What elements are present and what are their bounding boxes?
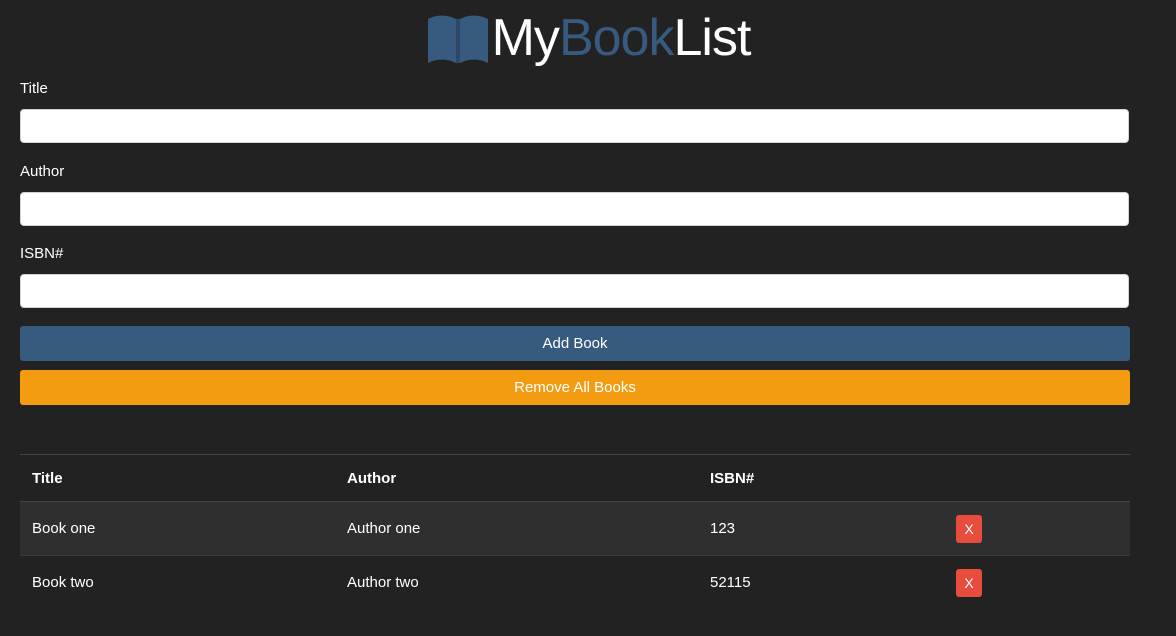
book-isbn-cell: 52115: [710, 574, 751, 592]
book-title-cell: Book two: [32, 574, 94, 592]
column-header-title: Title: [32, 469, 63, 487]
title-label: Title: [20, 80, 48, 97]
isbn-input[interactable]: [20, 274, 1129, 308]
header: MyBookList: [0, 0, 1176, 76]
brand-title-list: List: [673, 9, 751, 67]
brand-logo: MyBookList: [426, 8, 751, 68]
table-row: Book two Author two 52115 X: [20, 556, 1130, 610]
brand-title-book: Book: [558, 9, 675, 67]
table-row: Book one Author one 123 X: [20, 501, 1130, 556]
column-header-isbn: ISBN#: [710, 469, 755, 487]
delete-book-button[interactable]: X: [956, 568, 982, 597]
table-header-row: Title Author ISBN#: [20, 454, 1130, 502]
column-header-actions: [944, 455, 1130, 502]
column-header-author: Author: [347, 469, 397, 487]
actions-cell: X: [944, 556, 1130, 610]
book-author-cell: Author one: [347, 520, 421, 537]
book-title-cell: Book one: [32, 520, 96, 537]
book-isbn-cell: 123: [710, 520, 736, 537]
book-list-table: Title Author ISBN# Book one Author one 1…: [20, 454, 1130, 610]
isbn-label: ISBN#: [20, 245, 64, 262]
delete-book-button[interactable]: X: [956, 514, 982, 543]
author-input[interactable]: [20, 192, 1129, 226]
brand-title-my: My: [491, 9, 560, 67]
actions-cell: X: [944, 502, 1130, 556]
book-author-cell: Author two: [347, 574, 419, 592]
title-input[interactable]: [20, 109, 1129, 143]
brand-title: MyBookList: [491, 8, 752, 68]
remove-all-books-button[interactable]: Remove All Books: [20, 370, 1130, 405]
author-label: Author: [20, 163, 65, 180]
add-book-button[interactable]: Add Book: [20, 326, 1130, 361]
open-book-icon: [427, 15, 488, 63]
